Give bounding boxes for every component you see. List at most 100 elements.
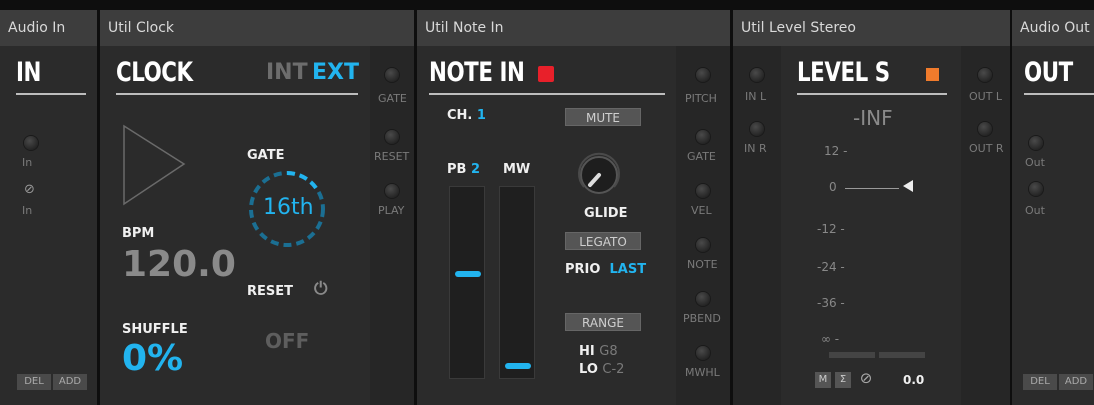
range-button[interactable]: RANGE bbox=[565, 313, 641, 331]
glide-knob[interactable] bbox=[576, 152, 622, 198]
note-output-port[interactable] bbox=[696, 238, 710, 252]
gate-rate-value: 16th bbox=[263, 195, 314, 220]
reset-output-port[interactable] bbox=[385, 130, 399, 144]
bpm-label: BPM bbox=[122, 226, 155, 241]
input-strip: IN L IN R bbox=[733, 46, 781, 405]
output-label: PLAY bbox=[378, 204, 405, 217]
title-underline bbox=[16, 93, 86, 95]
output-strip: OUT L OUT R bbox=[961, 46, 1010, 405]
module-title: CLOCK bbox=[116, 57, 193, 88]
pb-range-value[interactable]: 2 bbox=[471, 162, 480, 177]
module-title: OUT bbox=[1024, 57, 1073, 88]
gate-label: GATE bbox=[247, 148, 285, 163]
channel-value[interactable]: 1 bbox=[477, 108, 486, 123]
orange-led-indicator bbox=[926, 68, 939, 81]
mode-ext-button[interactable]: EXT bbox=[312, 60, 359, 85]
module-header[interactable]: Audio In bbox=[0, 10, 97, 46]
hi-value[interactable]: G8 bbox=[599, 344, 617, 359]
level-slider-handle[interactable] bbox=[903, 180, 913, 192]
meter-bar-left bbox=[829, 352, 875, 358]
module-header[interactable]: Util Note In bbox=[417, 10, 730, 46]
module-title: LEVEL S bbox=[797, 57, 890, 88]
gate-output-port[interactable] bbox=[385, 68, 399, 82]
meter-bar-right bbox=[879, 352, 925, 358]
title-underline bbox=[797, 93, 947, 95]
output-label: VEL bbox=[691, 204, 712, 217]
delete-button[interactable]: DEL bbox=[1023, 374, 1057, 390]
play-icon[interactable] bbox=[122, 124, 188, 206]
shuffle-value[interactable]: 0% bbox=[122, 338, 183, 379]
output-strip: GATE RESET PLAY bbox=[370, 46, 414, 405]
output-label: GATE bbox=[378, 92, 407, 105]
mod-wheel-fader[interactable] bbox=[499, 186, 535, 379]
port-label: In bbox=[22, 156, 33, 169]
bpm-value[interactable]: 120.0 bbox=[122, 244, 236, 285]
lo-value[interactable]: C-2 bbox=[602, 362, 624, 377]
shuffle-label: SHUFFLE bbox=[122, 322, 188, 337]
reset-label: RESET bbox=[247, 284, 294, 299]
sum-button[interactable]: Σ bbox=[835, 372, 851, 388]
title-underline bbox=[116, 93, 358, 95]
scale-tick: 0 bbox=[829, 180, 837, 194]
pitchbend-output-port[interactable] bbox=[696, 292, 710, 306]
gain-value[interactable]: 0.0 bbox=[903, 373, 924, 387]
output-label: PITCH bbox=[685, 92, 717, 105]
output-label: PBEND bbox=[683, 312, 721, 325]
reset-value[interactable]: OFF bbox=[265, 329, 309, 353]
port-label: Out bbox=[1025, 156, 1045, 169]
phase-invert-button[interactable]: ⊘ bbox=[857, 370, 875, 386]
add-button[interactable]: ADD bbox=[53, 374, 87, 390]
modwheel-output-port[interactable] bbox=[696, 346, 710, 360]
mono-button[interactable]: M bbox=[815, 372, 831, 388]
glide-label: GLIDE bbox=[584, 206, 628, 221]
port-label: In bbox=[22, 204, 33, 217]
hi-label: HI G8 bbox=[579, 344, 618, 359]
legato-button[interactable]: LEGATO bbox=[565, 232, 641, 250]
in-l-port[interactable] bbox=[750, 68, 764, 82]
title-underline bbox=[429, 93, 665, 95]
scale-tick: -24 - bbox=[817, 260, 845, 274]
add-button[interactable]: ADD bbox=[1059, 374, 1093, 390]
output-label: OUT L bbox=[969, 90, 1003, 103]
mw-label: MW bbox=[503, 162, 531, 177]
no-connection-icon[interactable]: ⊘ bbox=[24, 182, 35, 197]
output-label: RESET bbox=[374, 150, 410, 163]
module-header[interactable]: Util Level Stereo bbox=[733, 10, 1010, 46]
module-header[interactable]: Util Clock bbox=[100, 10, 414, 46]
port-label: Out bbox=[1025, 204, 1045, 217]
delete-button[interactable]: DEL bbox=[17, 374, 51, 390]
in-r-port[interactable] bbox=[750, 122, 764, 136]
mode-int-button[interactable]: INT bbox=[266, 60, 308, 85]
prio-value[interactable]: LAST bbox=[610, 262, 647, 277]
scale-tick: -36 - bbox=[817, 296, 845, 310]
mute-button[interactable]: MUTE bbox=[565, 108, 641, 126]
output-strip: PITCH GATE VEL NOTE PBEND MWHL bbox=[676, 46, 730, 405]
input-label: IN R bbox=[744, 142, 767, 155]
output-port-1[interactable] bbox=[1029, 136, 1043, 150]
mod-wheel-fader-handle[interactable] bbox=[505, 362, 531, 369]
module-util-clock: Util Clock CLOCK INT EXT GATE 16th BPM 1… bbox=[100, 10, 414, 405]
pitch-bend-fader-handle[interactable] bbox=[455, 270, 481, 277]
scale-tick: 12 - bbox=[824, 144, 848, 158]
pitch-bend-fader[interactable] bbox=[449, 186, 485, 379]
out-r-port[interactable] bbox=[978, 122, 992, 136]
level-slider-line bbox=[845, 188, 899, 189]
pb-label: PB 2 bbox=[447, 162, 481, 177]
lo-label: LO C-2 bbox=[579, 362, 625, 377]
red-led-indicator bbox=[538, 66, 554, 82]
pitch-output-port[interactable] bbox=[696, 68, 710, 82]
power-icon[interactable]: ⏻ bbox=[314, 279, 327, 299]
module-header[interactable]: Audio Out bbox=[1012, 10, 1094, 46]
module-util-note-in: Util Note In NOTE IN CH. 1 MUTE PB 2 MW … bbox=[417, 10, 730, 405]
output-label: MWHL bbox=[685, 366, 720, 379]
module-util-level-stereo: Util Level Stereo IN L IN R LEVEL S -INF… bbox=[733, 10, 1010, 405]
velocity-output-port[interactable] bbox=[696, 184, 710, 198]
play-output-port[interactable] bbox=[385, 184, 399, 198]
out-l-port[interactable] bbox=[978, 68, 992, 82]
input-port-1[interactable] bbox=[24, 136, 38, 150]
module-audio-in: Audio In IN In ⊘ In DEL ADD bbox=[0, 10, 97, 405]
output-port-2[interactable] bbox=[1029, 182, 1043, 196]
gate-output-port[interactable] bbox=[696, 130, 710, 144]
output-label: GATE bbox=[687, 150, 716, 163]
module-title: IN bbox=[16, 57, 41, 88]
